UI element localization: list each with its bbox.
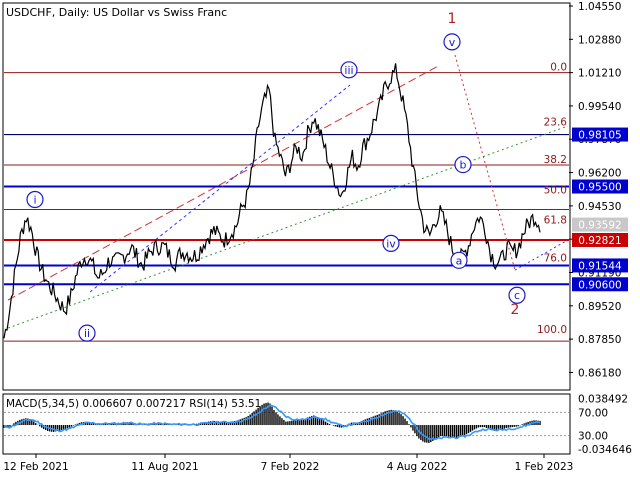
fib-label: 61.8 <box>544 214 567 226</box>
indicator-y-tick-label: 0.038492 <box>578 393 628 405</box>
wave-label: iii <box>344 64 353 77</box>
wave-label: b <box>460 159 467 172</box>
wave-label: v <box>449 36 456 49</box>
y-tick-label: 0.86180 <box>578 367 621 379</box>
fib-label: 76.0 <box>544 252 567 264</box>
price-tag-label: 0.91544 <box>578 260 622 272</box>
price-tag-label: 0.98105 <box>578 130 621 142</box>
chart-canvas: 1.045501.028801.012100.995400.978700.962… <box>0 0 640 480</box>
x-tick-label: 12 Feb 2021 <box>3 461 68 473</box>
indicator-y-tick-label: 70.00 <box>578 407 608 419</box>
x-tick-label: 4 Aug 2022 <box>387 461 448 473</box>
wave-label: ii <box>84 327 90 340</box>
price-tag-label: 0.90600 <box>578 279 621 291</box>
y-tick-label: 0.99540 <box>578 101 621 113</box>
chart-title: USDCHF, Daily: US Dollar vs Swiss Franc <box>6 6 227 19</box>
fib-label: 100.0 <box>537 324 567 336</box>
fib-label: 50.0 <box>544 185 567 197</box>
indicator-y-tick-label: -0.034646 <box>578 444 632 456</box>
wave-label: c <box>514 289 520 302</box>
price-tag-label: 0.95500 <box>578 182 621 194</box>
wave-label: i <box>33 193 36 206</box>
price-tag-label: 0.92821 <box>578 235 621 247</box>
y-tick-label: 1.04550 <box>578 1 621 13</box>
wave-label: a <box>456 254 463 267</box>
y-tick-label: 0.94530 <box>578 201 621 213</box>
x-tick-label: 7 Feb 2022 <box>261 461 320 473</box>
wave-label: iv <box>386 237 396 250</box>
fib-label: 38.2 <box>544 154 567 166</box>
indicator-title: MACD(5,34,5) 0.006607 0.007217 RSI(14) 5… <box>6 398 261 410</box>
y-tick-label: 0.87850 <box>578 334 621 346</box>
wave-label: 1 <box>448 11 457 27</box>
y-tick-label: 0.89520 <box>578 301 621 313</box>
x-tick-label: 11 Aug 2021 <box>131 461 198 473</box>
indicator-y-tick-label: 30.00 <box>578 431 608 443</box>
y-tick-label: 1.01210 <box>578 68 621 80</box>
wave-label: 2 <box>511 302 520 318</box>
fib-label: 0.0 <box>550 62 567 74</box>
price-tag-label: 0.93592 <box>578 220 621 232</box>
y-tick-label: 0.96200 <box>578 168 621 180</box>
y-tick-label: 1.02880 <box>578 34 621 46</box>
x-tick-label: 1 Feb 2023 <box>515 461 574 473</box>
fib-label: 23.6 <box>544 117 568 129</box>
